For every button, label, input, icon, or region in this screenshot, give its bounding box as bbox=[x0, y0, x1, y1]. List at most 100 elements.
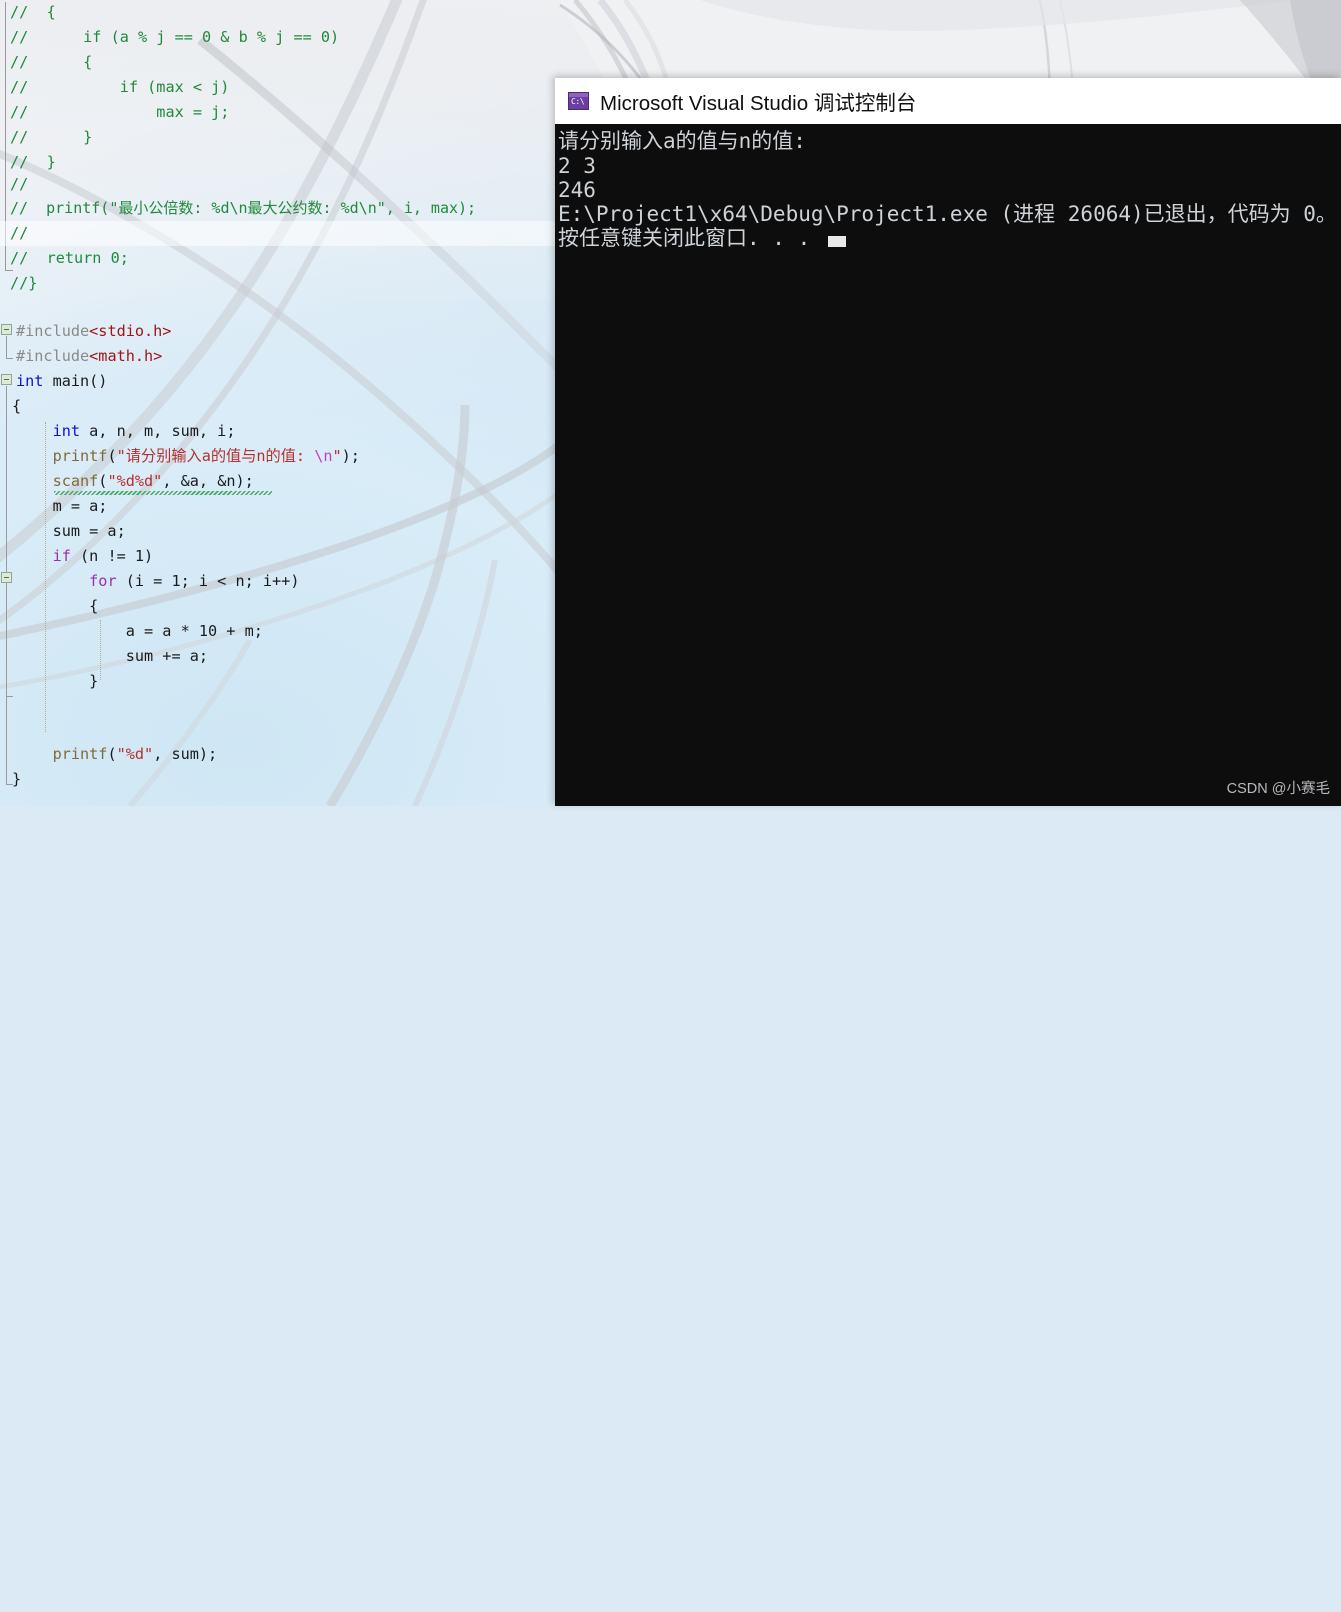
printf-arguments: , sum); bbox=[153, 745, 217, 763]
console-line: 2 3 bbox=[558, 154, 596, 178]
int-keyword: int bbox=[53, 422, 80, 440]
code-text: // } bbox=[10, 125, 92, 150]
code-line-include-stdio[interactable]: #include<stdio.h> bbox=[0, 319, 557, 344]
code-line[interactable]: // if (a % j == 0 & b % j == 0) bbox=[0, 25, 557, 50]
if-keyword: if bbox=[53, 547, 71, 565]
code-text: { bbox=[16, 594, 98, 619]
code-text: } bbox=[16, 669, 98, 694]
scanf-identifier: scanf bbox=[53, 472, 99, 490]
printf-identifier: printf bbox=[53, 745, 108, 763]
console-line: 246 bbox=[558, 178, 596, 202]
csdn-watermark: CSDN @小赛毛 bbox=[1227, 777, 1330, 798]
escape-sequence: \n bbox=[314, 447, 332, 465]
code-line[interactable]: // } bbox=[0, 125, 557, 150]
code-text: //} bbox=[10, 271, 37, 296]
console-line-exit: E:\Project1\x64\Debug\Project1.exe (进程 2… bbox=[558, 202, 1337, 226]
code-line-scanf[interactable]: scanf("%d%d", &a, &n); bbox=[0, 469, 557, 494]
indent bbox=[16, 572, 89, 590]
code-text: #include<math.h> bbox=[16, 344, 162, 369]
console-line: 请分别输入a的值与n的值: bbox=[558, 129, 806, 153]
code-line-decl[interactable]: int a, n, m, sum, i; bbox=[0, 419, 557, 444]
code-text: if (n != 1) bbox=[16, 544, 153, 569]
indent bbox=[16, 745, 53, 763]
code-text: sum = a; bbox=[16, 519, 126, 544]
code-text: m = a; bbox=[16, 494, 107, 519]
code-text: #include<stdio.h> bbox=[16, 319, 171, 344]
space-sep bbox=[43, 372, 52, 390]
code-text: int main() bbox=[16, 369, 107, 394]
code-text: int a, n, m, sum, i; bbox=[16, 419, 235, 444]
code-line-printf-result[interactable]: printf("%d", sum); bbox=[0, 742, 557, 767]
code-line-current[interactable]: // bbox=[0, 221, 557, 246]
code-text: for (i = 1; i < n; i++) bbox=[16, 569, 299, 594]
console-output-area[interactable]: 请分别输入a的值与n的值: 2 3 246 E:\Project1\x64\De… bbox=[555, 124, 1341, 806]
code-line[interactable]: // { bbox=[0, 0, 557, 25]
indent bbox=[16, 422, 53, 440]
for-condition: (i = 1; i < n; i++) bbox=[117, 572, 300, 590]
code-line-for[interactable]: for (i = 1; i < n; i++) bbox=[0, 569, 557, 594]
code-text: // return 0; bbox=[10, 246, 129, 271]
code-line-a-update[interactable]: a = a * 10 + m; bbox=[0, 619, 557, 644]
include-keyword: #include bbox=[16, 322, 89, 340]
code-line-sum-update[interactable]: sum += a; bbox=[0, 644, 557, 669]
code-line[interactable]: // max = j; bbox=[0, 100, 557, 125]
code-line-if[interactable]: if (n != 1) bbox=[0, 544, 557, 569]
code-text: // if (a % j == 0 & b % j == 0) bbox=[10, 25, 339, 50]
code-line[interactable]: //} bbox=[0, 271, 557, 296]
paren-open: ( bbox=[107, 447, 116, 465]
code-line[interactable]: // { bbox=[0, 50, 557, 75]
code-line-brace-open[interactable]: { bbox=[0, 394, 557, 419]
code-text: // bbox=[10, 221, 28, 246]
scanf-arguments: , &a, &n); bbox=[162, 472, 253, 490]
indent bbox=[16, 472, 53, 490]
result-format-string: "%d" bbox=[117, 745, 154, 763]
code-line-blank-1[interactable] bbox=[0, 694, 557, 719]
for-keyword: for bbox=[89, 572, 116, 590]
int-keyword: int bbox=[16, 372, 43, 390]
console-title-bar[interactable]: C:\ Microsoft Visual Studio 调试控制台 bbox=[555, 78, 1341, 124]
string-quote-close: " bbox=[333, 447, 342, 465]
declarator-list: a, n, m, sum, i; bbox=[80, 422, 235, 440]
include-path-math: <math.h> bbox=[89, 347, 162, 365]
paren-open: ( bbox=[107, 745, 116, 763]
code-line[interactable]: // return 0; bbox=[0, 246, 557, 271]
code-line-blank-2[interactable] bbox=[0, 719, 557, 744]
console-line-prompt: 按任意键关闭此窗口. . . bbox=[558, 226, 810, 250]
code-text: a = a * 10 + m; bbox=[16, 619, 263, 644]
code-pane[interactable]: // { // if (a % j == 0 & b % j == 0) // … bbox=[0, 0, 557, 806]
code-text: // { bbox=[10, 0, 56, 25]
code-editor-surface[interactable]: // { // if (a % j == 0 & b % j == 0) // … bbox=[0, 0, 557, 806]
code-line-for-brace-open[interactable]: { bbox=[0, 594, 557, 619]
code-text: { bbox=[12, 394, 21, 419]
code-line-include-math[interactable]: #include<math.h> bbox=[0, 344, 557, 369]
code-line-sum-assign[interactable]: sum = a; bbox=[0, 519, 557, 544]
include-keyword: #include bbox=[16, 347, 89, 365]
icon-prompt-glyph: C:\ bbox=[571, 98, 584, 106]
code-line-for-brace-close[interactable]: } bbox=[0, 669, 557, 694]
printf-identifier: printf bbox=[53, 447, 108, 465]
indent bbox=[16, 447, 53, 465]
console-block-cursor bbox=[828, 236, 846, 247]
code-text: } bbox=[12, 767, 21, 792]
console-window-icon: C:\ bbox=[568, 92, 589, 110]
code-line-main[interactable]: int main() bbox=[0, 369, 557, 394]
code-line-m-assign[interactable]: m = a; bbox=[0, 494, 557, 519]
code-text: // printf("最小公倍数: %d\n最大公约数: %d\n", i, m… bbox=[10, 196, 476, 221]
code-text: // { bbox=[10, 50, 92, 75]
code-text: // max = j; bbox=[10, 100, 229, 125]
main-identifier: main() bbox=[53, 372, 108, 390]
code-text: // bbox=[10, 172, 28, 197]
console-window-title: Microsoft Visual Studio 调试控制台 bbox=[600, 86, 916, 116]
scanf-format-string: "%d%d" bbox=[107, 472, 162, 490]
code-text: // if (max < j) bbox=[10, 75, 229, 100]
code-line[interactable]: // printf("最小公倍数: %d\n最大公约数: %d\n", i, m… bbox=[0, 196, 557, 221]
code-line[interactable]: // bbox=[0, 172, 557, 197]
code-line[interactable]: // if (max < j) bbox=[0, 75, 557, 100]
code-line-printf-prompt[interactable]: printf("请分别输入a的值与n的值: \n"); bbox=[0, 444, 557, 469]
statement-end: ); bbox=[342, 447, 360, 465]
indent bbox=[16, 547, 53, 565]
include-path-stdio: <stdio.h> bbox=[89, 322, 171, 340]
console-window[interactable]: C:\ Microsoft Visual Studio 调试控制台 请分别输入a… bbox=[555, 78, 1341, 806]
prompt-string-literal: "请分别输入a的值与n的值: bbox=[117, 447, 315, 465]
code-line-main-brace-close[interactable]: } bbox=[0, 767, 557, 792]
